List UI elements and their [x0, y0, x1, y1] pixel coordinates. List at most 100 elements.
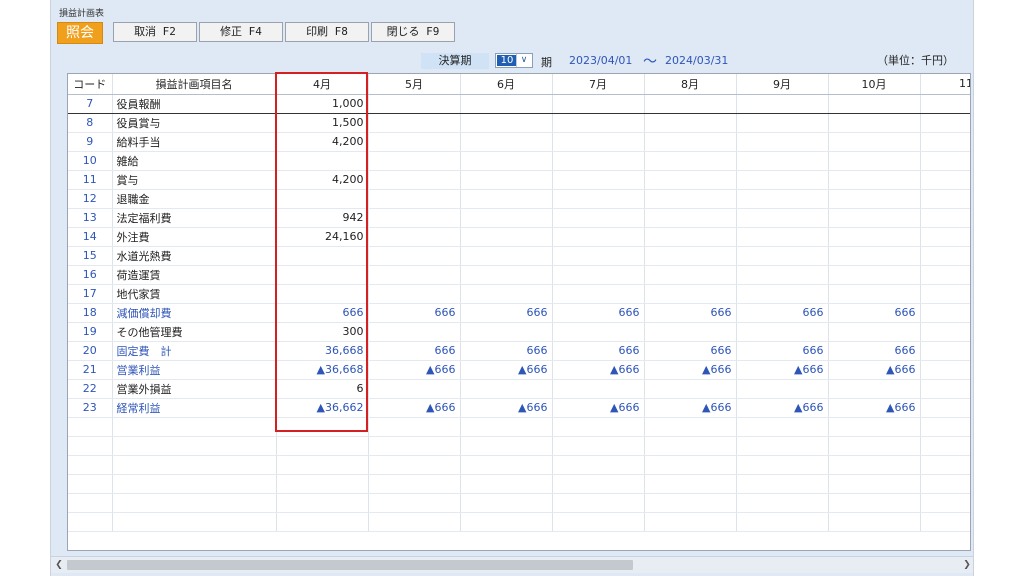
month-value-cell[interactable] [552, 93, 645, 114]
empty-row[interactable] [68, 474, 970, 494]
month-value-cell[interactable] [460, 379, 553, 399]
month-value-cell[interactable] [460, 113, 553, 133]
month-value-cell[interactable]: 666 [644, 303, 737, 323]
month-value-cell[interactable] [920, 284, 970, 304]
month-value-cell[interactable] [920, 360, 970, 380]
month-value-cell[interactable] [828, 265, 921, 285]
month-value-cell[interactable] [368, 379, 461, 399]
table-row[interactable]: 20 固定費 計 36,668 666 666 666 666 666 666 [68, 341, 970, 361]
month-value-cell[interactable] [920, 341, 970, 361]
month-value-cell[interactable] [552, 265, 645, 285]
month-value-cell[interactable] [828, 132, 921, 152]
month-value-cell[interactable]: 942 [276, 208, 369, 228]
month-value-cell[interactable] [644, 189, 737, 209]
table-row[interactable]: 7 役員報酬 1,000 [68, 93, 970, 114]
close-button[interactable]: 閉じる F9 [371, 22, 455, 42]
month-value-cell[interactable] [920, 227, 970, 247]
month-value-cell[interactable] [460, 132, 553, 152]
month-value-cell[interactable] [460, 227, 553, 247]
month-value-cell[interactable] [552, 284, 645, 304]
month-value-cell[interactable] [920, 379, 970, 399]
month-value-cell[interactable]: 6 [276, 379, 369, 399]
month-value-cell[interactable] [920, 132, 970, 152]
chevron-down-icon[interactable]: ∨ [516, 54, 531, 67]
month-value-cell[interactable] [368, 322, 461, 342]
month-value-cell[interactable] [828, 322, 921, 342]
month-value-cell[interactable] [368, 151, 461, 171]
month-value-cell[interactable] [460, 246, 553, 266]
table-row[interactable]: 11 賞与 4,200 [68, 170, 970, 190]
table-row[interactable]: 15 水道光熱費 [68, 246, 970, 266]
table-row[interactable]: 12 退職金 [68, 189, 970, 209]
month-value-cell[interactable]: ▲666 [828, 398, 921, 418]
month-value-cell[interactable]: 666 [368, 303, 461, 323]
table-row[interactable]: 19 その他管理費 300 [68, 322, 970, 342]
month-value-cell[interactable] [460, 265, 553, 285]
month-value-cell[interactable] [644, 284, 737, 304]
month-value-cell[interactable] [368, 265, 461, 285]
month-value-cell[interactable] [828, 189, 921, 209]
month-value-cell[interactable]: 666 [276, 303, 369, 323]
month-value-cell[interactable] [828, 227, 921, 247]
month-value-cell[interactable] [828, 113, 921, 133]
month-value-cell[interactable] [368, 227, 461, 247]
month-value-cell[interactable] [736, 113, 829, 133]
month-value-cell[interactable]: ▲666 [736, 398, 829, 418]
month-value-cell[interactable] [460, 189, 553, 209]
month-value-cell[interactable]: 666 [736, 341, 829, 361]
month-value-cell[interactable] [644, 132, 737, 152]
month-value-cell[interactable]: ▲666 [368, 398, 461, 418]
month-value-cell[interactable]: ▲666 [736, 360, 829, 380]
month-value-cell[interactable]: 1,000 [276, 93, 369, 114]
month-value-cell[interactable] [276, 151, 369, 171]
month-value-cell[interactable]: ▲666 [460, 360, 553, 380]
month-value-cell[interactable] [644, 93, 737, 114]
month-value-cell[interactable] [736, 170, 829, 190]
month-value-cell[interactable]: 666 [736, 303, 829, 323]
month-value-cell[interactable]: 666 [460, 341, 553, 361]
table-row[interactable]: 16 荷造運賃 [68, 265, 970, 285]
table-row[interactable]: 9 給料手当 4,200 [68, 132, 970, 152]
month-value-cell[interactable] [920, 303, 970, 323]
horizontal-scrollbar[interactable]: ❮ ❯ [51, 556, 973, 573]
month-value-cell[interactable]: 666 [368, 341, 461, 361]
month-value-cell[interactable]: 666 [552, 341, 645, 361]
month-value-cell[interactable]: ▲666 [644, 398, 737, 418]
chevron-left-icon[interactable]: ❮ [53, 557, 65, 573]
month-value-cell[interactable]: 666 [552, 303, 645, 323]
chevron-right-icon[interactable]: ❯ [961, 557, 973, 573]
month-value-cell[interactable] [276, 246, 369, 266]
month-value-cell[interactable] [828, 284, 921, 304]
month-value-cell[interactable] [920, 322, 970, 342]
month-value-cell[interactable] [276, 265, 369, 285]
month-value-cell[interactable]: 4,200 [276, 170, 369, 190]
month-value-cell[interactable] [552, 151, 645, 171]
month-value-cell[interactable] [368, 170, 461, 190]
month-value-cell[interactable] [736, 322, 829, 342]
month-value-cell[interactable] [644, 246, 737, 266]
month-value-cell[interactable] [736, 132, 829, 152]
month-value-cell[interactable] [552, 132, 645, 152]
scroll-thumb[interactable] [67, 560, 633, 570]
table-row[interactable]: 22 営業外損益 6 [68, 379, 970, 399]
month-value-cell[interactable]: 4,200 [276, 132, 369, 152]
month-value-cell[interactable]: ▲666 [828, 360, 921, 380]
month-value-cell[interactable] [920, 246, 970, 266]
table-row[interactable]: 13 法定福利費 942 [68, 208, 970, 228]
month-value-cell[interactable]: ▲666 [552, 398, 645, 418]
month-value-cell[interactable] [920, 170, 970, 190]
fiscal-period-select[interactable]: 10 ∨ [495, 53, 533, 68]
month-value-cell[interactable] [736, 265, 829, 285]
table-row[interactable]: 23 経常利益 ▲36,662 ▲666 ▲666 ▲666 ▲666 ▲666 ▲666 [68, 398, 970, 418]
month-value-cell[interactable] [460, 93, 553, 114]
month-value-cell[interactable] [828, 246, 921, 266]
month-value-cell[interactable] [368, 93, 461, 114]
month-value-cell[interactable] [644, 265, 737, 285]
month-value-cell[interactable]: ▲666 [368, 360, 461, 380]
month-value-cell[interactable] [828, 208, 921, 228]
month-value-cell[interactable] [736, 208, 829, 228]
month-value-cell[interactable] [644, 208, 737, 228]
month-value-cell[interactable] [920, 189, 970, 209]
print-button[interactable]: 印刷 F8 [285, 22, 369, 42]
month-value-cell[interactable]: 300 [276, 322, 369, 342]
